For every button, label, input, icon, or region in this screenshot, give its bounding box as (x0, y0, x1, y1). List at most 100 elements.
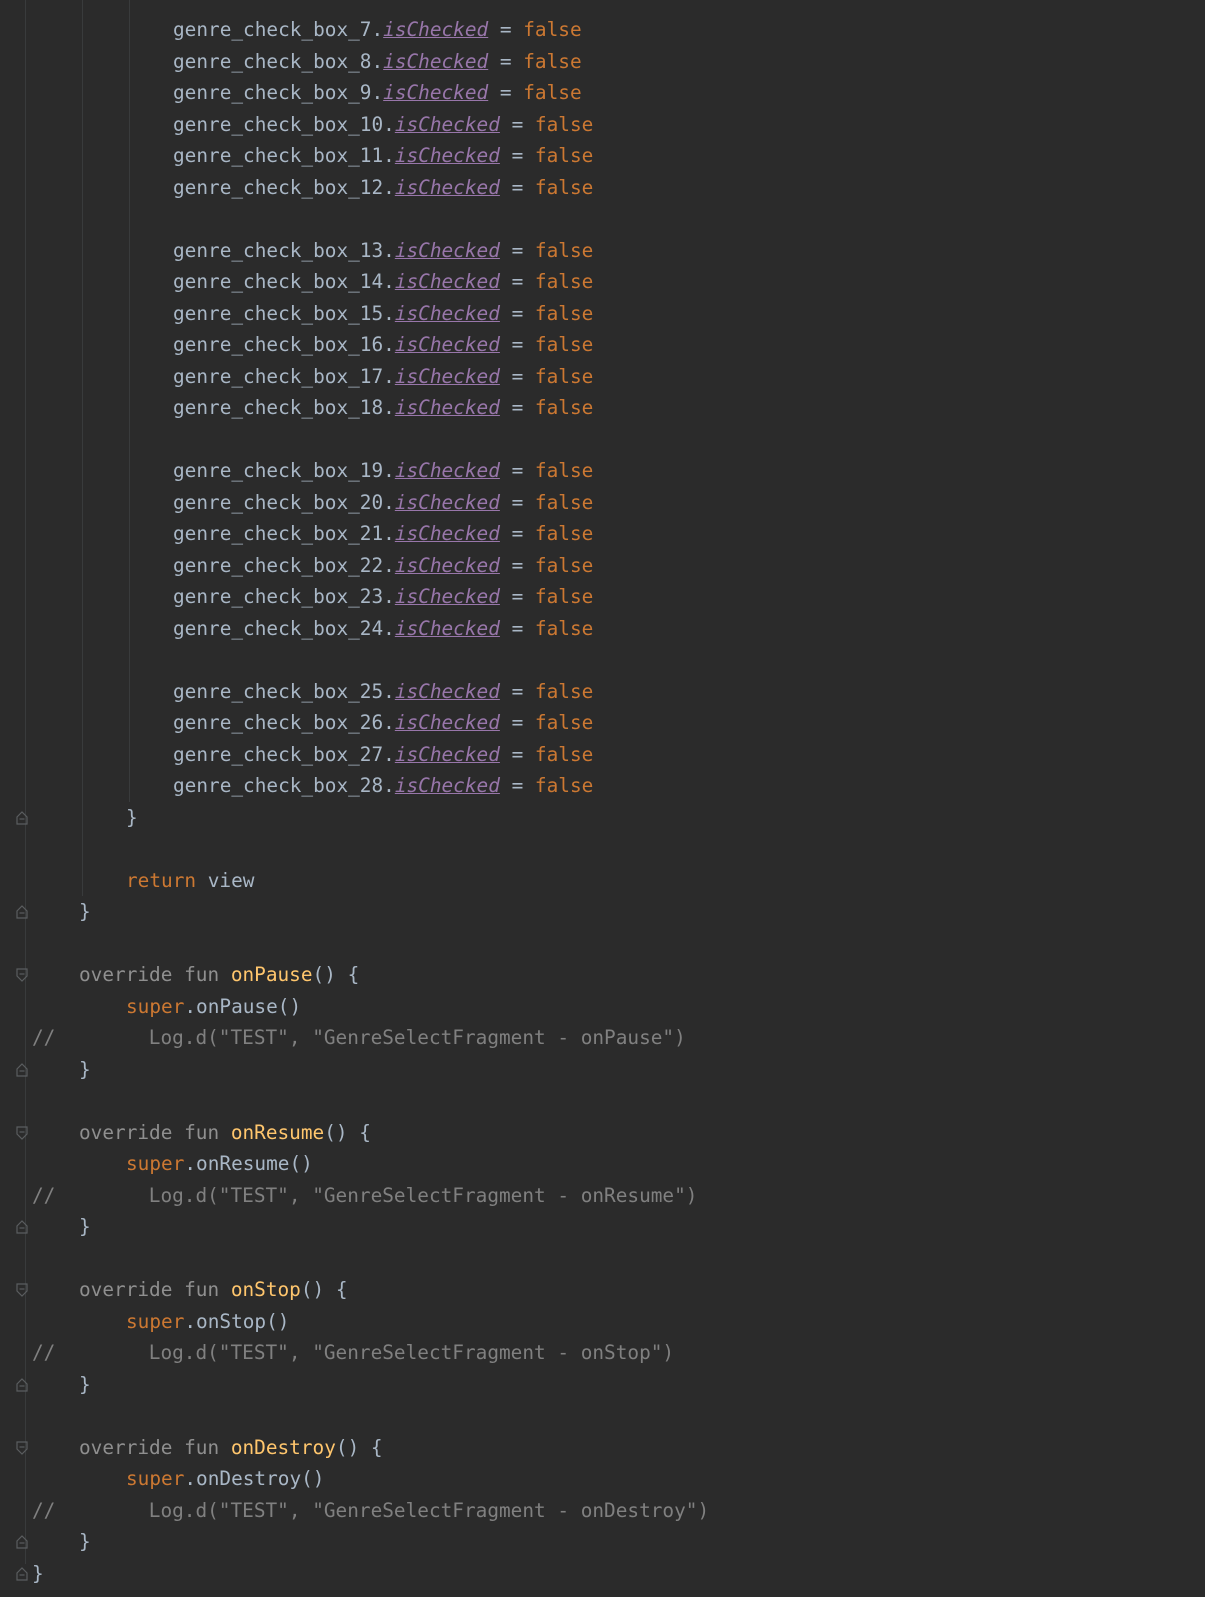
fold-close-icon[interactable] (16, 1535, 29, 1549)
code-line[interactable]: } (32, 802, 709, 834)
commented-line[interactable]: // Log.d("TEST", "GenreSelectFragment - … (32, 1022, 709, 1054)
fold-close-icon[interactable] (16, 905, 29, 919)
fold-open-icon[interactable] (16, 1125, 29, 1140)
code-line[interactable]: super.onPause() (32, 991, 709, 1023)
property-reference[interactable]: isChecked (395, 333, 500, 356)
method-signature[interactable]: override fun onPause() { (32, 959, 709, 991)
code-line[interactable]: super.onDestroy() (32, 1463, 709, 1495)
code-line[interactable]: genre_check_box_7.isChecked = false (32, 14, 709, 46)
code-line[interactable]: genre_check_box_21.isChecked = false (32, 518, 709, 550)
code-line[interactable]: genre_check_box_25.isChecked = false (32, 676, 709, 708)
blank-line[interactable] (32, 424, 709, 456)
code-line[interactable]: super.onResume() (32, 1148, 709, 1180)
code-line[interactable]: genre_check_box_24.isChecked = false (32, 613, 709, 645)
property-reference[interactable]: isChecked (395, 554, 500, 577)
blank-line[interactable] (32, 1243, 709, 1275)
code-line[interactable]: } (32, 1369, 709, 1401)
property-reference[interactable]: isChecked (395, 711, 500, 734)
code-line[interactable]: } (32, 896, 709, 928)
fold-close-icon[interactable] (16, 1377, 29, 1392)
code-line[interactable]: genre_check_box_28.isChecked = false (32, 770, 709, 802)
code-line[interactable]: } (32, 1558, 709, 1590)
method-signature[interactable]: override fun onDestroy() { (32, 1432, 709, 1464)
code-line[interactable]: } (32, 1526, 709, 1558)
function-name[interactable]: onResume (231, 1121, 324, 1144)
assign-operator: = (488, 81, 524, 104)
property-reference[interactable]: isChecked (395, 144, 500, 167)
code-line[interactable]: genre_check_box_17.isChecked = false (32, 361, 709, 393)
super-keyword: super (126, 1309, 185, 1333)
function-name[interactable]: onPause (231, 963, 313, 986)
blank-line[interactable] (32, 928, 709, 960)
fold-close-icon[interactable] (16, 1062, 29, 1077)
close-brace: } (126, 805, 138, 829)
property-reference[interactable]: isChecked (395, 396, 500, 419)
code-line[interactable]: genre_check_box_9.isChecked = false (32, 77, 709, 109)
fun-keyword: fun (184, 1278, 220, 1301)
code-line[interactable]: } (32, 1054, 709, 1086)
indent-guide (25, 0, 26, 1564)
code-area[interactable]: genre_check_box_7.isChecked = false genre… (32, 14, 709, 1589)
code-line[interactable]: return view (32, 865, 709, 897)
code-line[interactable]: genre_check_box_15.isChecked = false (32, 298, 709, 330)
property-reference[interactable]: isChecked (395, 617, 500, 640)
property-reference[interactable]: isChecked (395, 113, 500, 136)
property-reference[interactable]: isChecked (395, 743, 500, 766)
fold-close-icon[interactable] (16, 1220, 29, 1234)
receiver-identifier: genre_check_box_23. (173, 585, 395, 608)
property-reference[interactable]: isChecked (395, 585, 500, 608)
fold-open-icon[interactable] (16, 1283, 29, 1297)
property-reference[interactable]: isChecked (395, 176, 500, 199)
blank-line[interactable] (32, 1400, 709, 1432)
blank-line[interactable] (32, 644, 709, 676)
function-name[interactable]: onDestroy (231, 1436, 336, 1459)
fold-close-icon[interactable] (16, 810, 29, 825)
code-line[interactable]: super.onStop() (32, 1306, 709, 1338)
code-line[interactable]: genre_check_box_27.isChecked = false (32, 739, 709, 771)
method-signature[interactable]: override fun onStop() { (32, 1274, 709, 1306)
blank-line[interactable] (32, 203, 709, 235)
property-reference[interactable]: isChecked (395, 774, 500, 797)
commented-line[interactable]: // Log.d("TEST", "GenreSelectFragment - … (32, 1495, 709, 1527)
fold-open-icon[interactable] (16, 968, 29, 982)
property-reference[interactable]: isChecked (395, 239, 500, 262)
code-line[interactable]: genre_check_box_16.isChecked = false (32, 329, 709, 361)
code-line[interactable]: } (32, 1211, 709, 1243)
property-reference[interactable]: isChecked (383, 50, 488, 73)
property-reference[interactable]: isChecked (395, 491, 500, 514)
receiver-identifier: genre_check_box_20. (173, 490, 395, 514)
code-line[interactable]: genre_check_box_13.isChecked = false (32, 235, 709, 267)
code-line[interactable]: genre_check_box_19.isChecked = false (32, 455, 709, 487)
code-line[interactable]: genre_check_box_22.isChecked = false (32, 550, 709, 582)
property-reference[interactable]: isChecked (383, 81, 488, 104)
commented-line[interactable]: // Log.d("TEST", "GenreSelectFragment - … (32, 1180, 709, 1212)
code-line[interactable]: genre_check_box_10.isChecked = false (32, 109, 709, 141)
property-reference[interactable]: isChecked (395, 270, 500, 293)
property-reference[interactable]: isChecked (395, 365, 500, 388)
code-line[interactable]: genre_check_box_26.isChecked = false (32, 707, 709, 739)
receiver-identifier: genre_check_box_13. (173, 238, 395, 262)
code-line[interactable]: genre_check_box_23.isChecked = false (32, 581, 709, 613)
code-line[interactable]: genre_check_box_14.isChecked = false (32, 266, 709, 298)
assign-operator: = (499, 711, 535, 734)
blank-line[interactable] (32, 1085, 709, 1117)
fold-close-icon[interactable] (16, 1566, 29, 1581)
fold-open-icon[interactable] (16, 1440, 29, 1455)
code-line[interactable]: genre_check_box_8.isChecked = false (32, 46, 709, 78)
code-line[interactable]: genre_check_box_12.isChecked = false (32, 172, 709, 204)
code-line[interactable]: genre_check_box_18.isChecked = false (32, 392, 709, 424)
function-name[interactable]: onStop (231, 1278, 301, 1301)
commented-line[interactable]: // Log.d("TEST", "GenreSelectFragment - … (32, 1337, 709, 1369)
blank-line[interactable] (32, 833, 709, 865)
property-reference[interactable]: isChecked (383, 18, 488, 41)
property-reference[interactable]: isChecked (395, 459, 500, 482)
fun-keyword: fun (184, 1120, 220, 1144)
property-reference[interactable]: isChecked (395, 522, 500, 545)
code-line[interactable]: genre_check_box_20.isChecked = false (32, 487, 709, 519)
property-reference[interactable]: isChecked (395, 680, 500, 703)
code-line[interactable]: genre_check_box_11.isChecked = false (32, 140, 709, 172)
override-keyword: override (79, 1120, 173, 1144)
code-editor[interactable]: genre_check_box_7.isChecked = false genre… (0, 0, 1205, 1597)
property-reference[interactable]: isChecked (395, 302, 500, 325)
method-signature[interactable]: override fun onResume() { (32, 1117, 709, 1149)
